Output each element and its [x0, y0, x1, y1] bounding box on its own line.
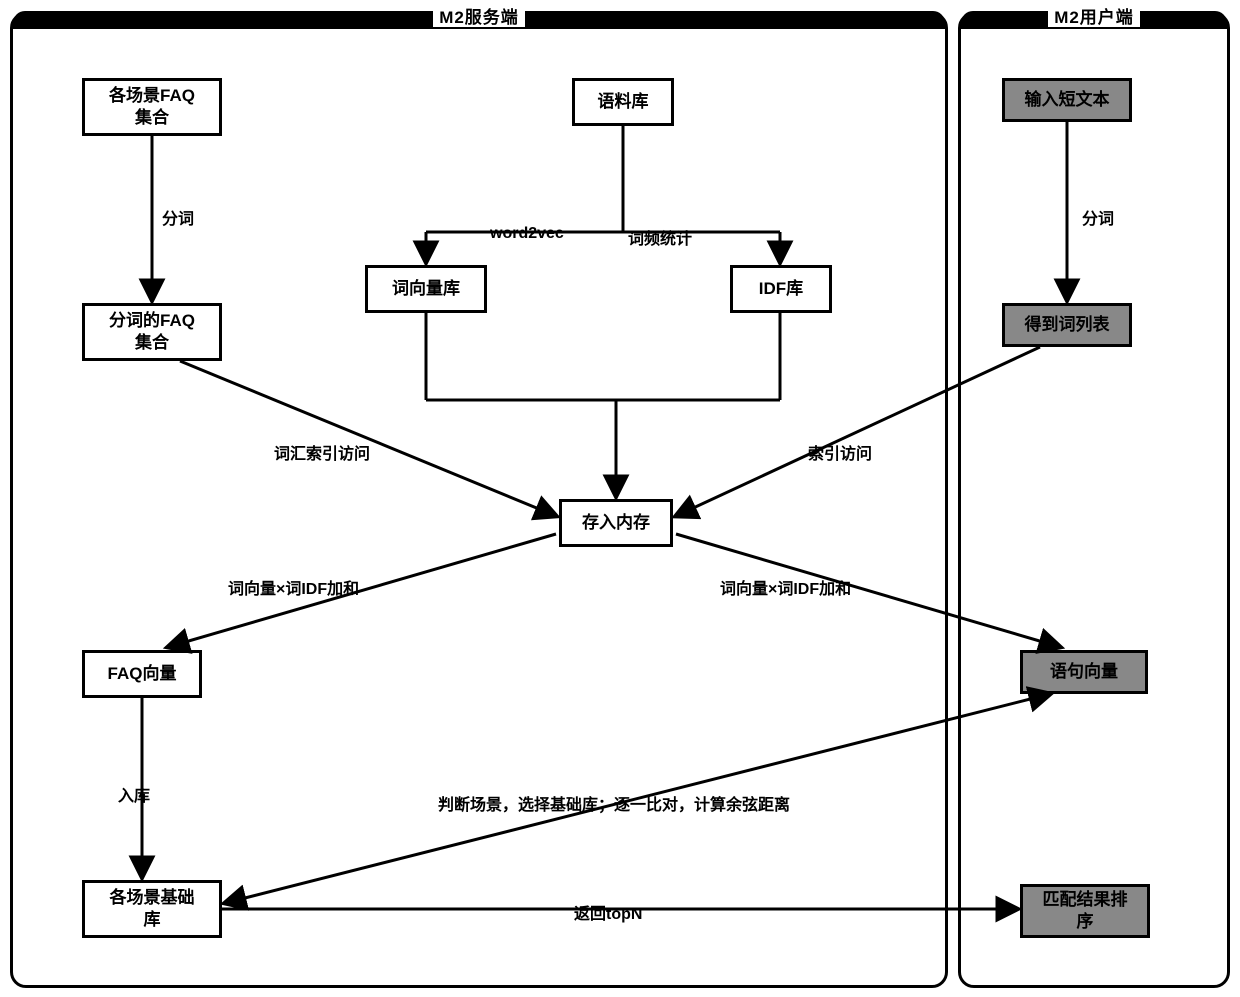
node-corpus: 语料库	[572, 78, 674, 126]
label-judge: 判断场景，选择基础库；逐一比对，计算余弦距离	[438, 791, 790, 815]
node-idf-lib: IDF库	[730, 265, 832, 313]
node-base-lib: 各场景基础库	[82, 880, 222, 938]
client-panel: M2用户端	[958, 12, 1230, 988]
node-faq-scenes: 各场景FAQ集合	[82, 78, 222, 136]
node-input-text: 输入短文本	[1002, 78, 1132, 122]
node-match-rank: 匹配结果排序	[1020, 884, 1150, 938]
label-seg1: 分词	[162, 205, 194, 229]
label-topn: 返回topN	[574, 900, 642, 924]
label-w2v: word2vec	[490, 225, 564, 243]
node-faq-vector: FAQ向量	[82, 650, 202, 698]
label-idx2: 索引访问	[808, 440, 872, 464]
label-seg2: 分词	[1082, 205, 1114, 229]
node-faq-segmented: 分词的FAQ集合	[82, 303, 222, 361]
node-word-list: 得到词列表	[1002, 303, 1132, 347]
label-wvidf2: 词向量×词IDF加和	[720, 575, 851, 599]
node-wordvec-lib: 词向量库	[365, 265, 487, 313]
label-wvidf1: 词向量×词IDF加和	[228, 575, 359, 599]
node-memory: 存入内存	[559, 499, 673, 547]
label-store: 入库	[118, 782, 150, 806]
server-panel: M2服务端	[10, 12, 948, 988]
node-sentence-vector: 语句向量	[1020, 650, 1148, 694]
label-idx1: 词汇索引访问	[274, 440, 370, 464]
server-panel-title: M2服务端	[13, 11, 945, 29]
client-panel-title: M2用户端	[961, 11, 1227, 29]
label-wordfreq: 词频统计	[628, 225, 692, 249]
